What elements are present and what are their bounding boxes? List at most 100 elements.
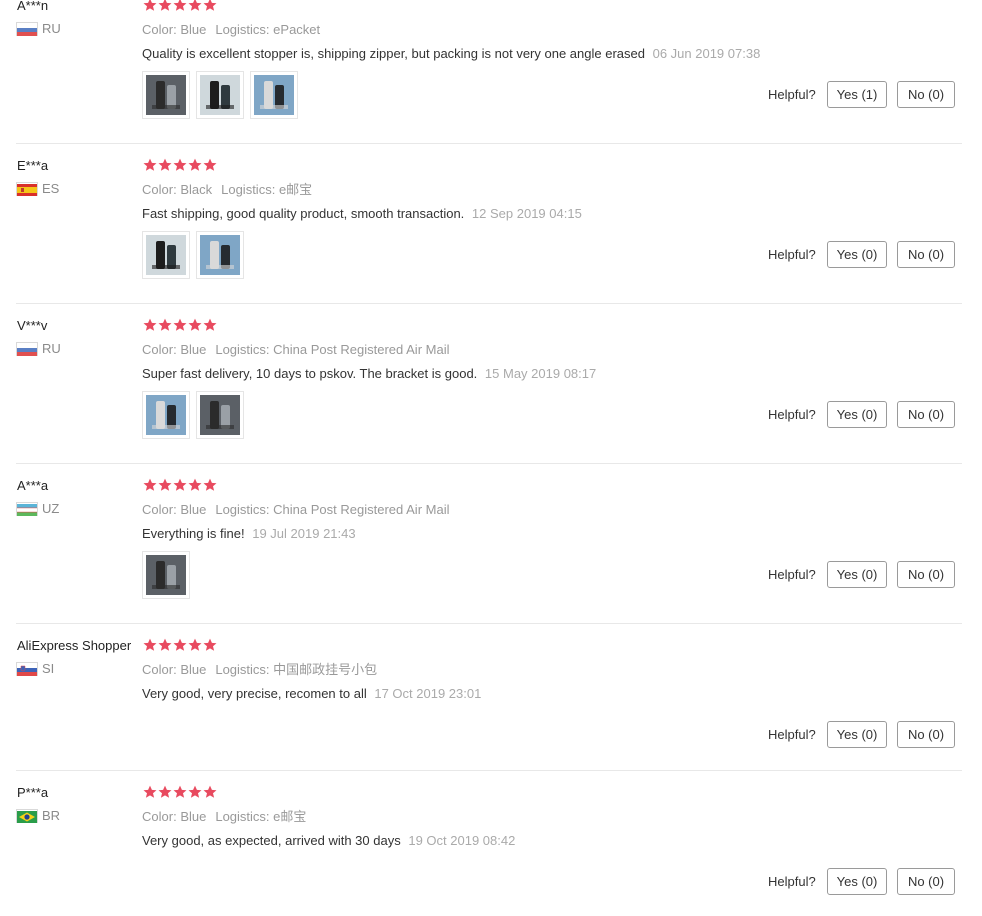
review-divider	[16, 623, 962, 624]
review-photo[interactable]	[142, 391, 190, 439]
star-icon	[173, 0, 187, 11]
helpful-yes-button[interactable]: Yes (1)	[827, 81, 887, 108]
logistics-label: Logistics:	[215, 22, 270, 37]
review-date: 15 May 2019 08:17	[484, 366, 597, 381]
review-date: 19 Oct 2019 08:42	[408, 833, 516, 848]
review-photo[interactable]	[142, 551, 190, 599]
reviewer: A***n RU	[17, 0, 142, 36]
logistics-value: China Post Registered Air Mail	[273, 502, 450, 517]
brazil-flag-icon	[17, 810, 37, 823]
helpful-label: Helpful?	[768, 87, 816, 102]
reviewer-country: BR	[17, 809, 60, 823]
reviewer-name: V***v	[17, 318, 48, 333]
reviewer: AliExpress Shopper SI	[17, 638, 142, 676]
review-text-row: Very good, very precise, recomen to all …	[142, 686, 481, 702]
star-rating	[143, 0, 217, 12]
product-attributes: Color: Blue Logistics: ePacket	[142, 22, 320, 38]
color-value: Blue	[180, 662, 207, 677]
product-attributes: Color: Blue Logistics: China Post Registe…	[142, 342, 449, 358]
helpful-no-button[interactable]: No (0)	[897, 721, 955, 748]
reviewer-country: SI	[17, 662, 54, 676]
color-value: Blue	[180, 22, 207, 37]
star-icon	[173, 638, 187, 651]
star-icon	[203, 158, 217, 171]
country-code: UZ	[42, 501, 60, 516]
logistics-label: Logistics:	[215, 809, 270, 824]
star-icon	[173, 318, 187, 331]
star-icon	[173, 478, 187, 491]
logistics-value: 中国邮政挂号小包	[273, 662, 378, 677]
review-photo[interactable]	[196, 391, 244, 439]
helpful-yes-button[interactable]: Yes (0)	[827, 561, 887, 588]
review-photo[interactable]	[142, 71, 190, 119]
spain-flag-icon	[17, 183, 37, 196]
star-icon	[188, 0, 202, 11]
product-attributes: Color: Blue Logistics: e邮宝	[142, 809, 306, 825]
helpful-yes-button[interactable]: Yes (0)	[827, 241, 887, 268]
star-icon	[173, 785, 187, 798]
russia-flag-icon	[17, 343, 37, 356]
russia-flag-icon	[17, 23, 37, 36]
star-icon	[188, 478, 202, 491]
helpful-label: Helpful?	[768, 407, 816, 422]
logistics-label: Logistics:	[215, 502, 270, 517]
reviewer-country: UZ	[17, 502, 59, 516]
helpful-no-button[interactable]: No (0)	[897, 81, 955, 108]
reviewer: A***a UZ	[17, 478, 142, 516]
star-rating	[143, 638, 217, 652]
helpful-no-button[interactable]: No (0)	[897, 241, 955, 268]
helpful-no-button[interactable]: No (0)	[897, 561, 955, 588]
star-icon	[158, 638, 172, 651]
reviewer: E***a ES	[17, 158, 142, 196]
reviewer: P***a BR	[17, 785, 142, 823]
logistics-value: e邮宝	[273, 809, 307, 824]
star-icon	[143, 638, 157, 651]
review-divider	[16, 463, 962, 464]
star-icon	[173, 158, 187, 171]
star-icon	[188, 785, 202, 798]
review-text: Quality is excellent stopper is, shippin…	[142, 46, 645, 61]
star-icon	[158, 318, 172, 331]
reviewer: V***v RU	[17, 318, 142, 356]
reviewer-country: RU	[17, 22, 61, 36]
review-date: 17 Oct 2019 23:01	[374, 686, 482, 701]
helpful-yes-button[interactable]: Yes (0)	[827, 401, 887, 428]
helpful-label: Helpful?	[768, 874, 816, 889]
color-value: Blue	[180, 809, 207, 824]
color-label: Color:	[142, 662, 177, 677]
star-icon	[203, 318, 217, 331]
star-icon	[143, 478, 157, 491]
star-icon	[203, 478, 217, 491]
review-photo[interactable]	[196, 71, 244, 119]
review-date: 06 Jun 2019 07:38	[652, 46, 761, 61]
review-photos	[142, 551, 190, 599]
star-icon	[158, 158, 172, 171]
star-icon	[188, 638, 202, 651]
star-rating	[143, 318, 217, 332]
country-code: RU	[42, 21, 61, 36]
reviewer-country: RU	[17, 342, 61, 356]
helpful-yes-button[interactable]: Yes (0)	[827, 868, 887, 895]
reviewer-name: P***a	[17, 785, 49, 800]
review-text-row: Everything is fine! 19 Jul 2019 21:43	[142, 526, 356, 542]
product-attributes: Color: Black Logistics: e邮宝	[142, 182, 312, 198]
review-photo[interactable]	[250, 71, 298, 119]
country-code: SI	[42, 661, 55, 676]
review-photo[interactable]	[142, 231, 190, 279]
color-label: Color:	[142, 22, 177, 37]
review-text: Everything is fine!	[142, 526, 245, 541]
star-icon	[143, 0, 157, 11]
color-label: Color:	[142, 342, 177, 357]
helpful-no-button[interactable]: No (0)	[897, 401, 955, 428]
review-text-row: Very good, as expected, arrived with 30 …	[142, 833, 515, 849]
review-text: Fast shipping, good quality product, smo…	[142, 206, 465, 221]
helpful-yes-button[interactable]: Yes (0)	[827, 721, 887, 748]
reviewer-country: ES	[17, 182, 59, 196]
review-text: Very good, very precise, recomen to all	[142, 686, 367, 701]
country-code: RU	[42, 341, 61, 356]
review-photo[interactable]	[196, 231, 244, 279]
review-date: 12 Sep 2019 04:15	[471, 206, 582, 221]
country-code: BR	[42, 808, 61, 823]
star-icon	[203, 0, 217, 11]
helpful-no-button[interactable]: No (0)	[897, 868, 955, 895]
